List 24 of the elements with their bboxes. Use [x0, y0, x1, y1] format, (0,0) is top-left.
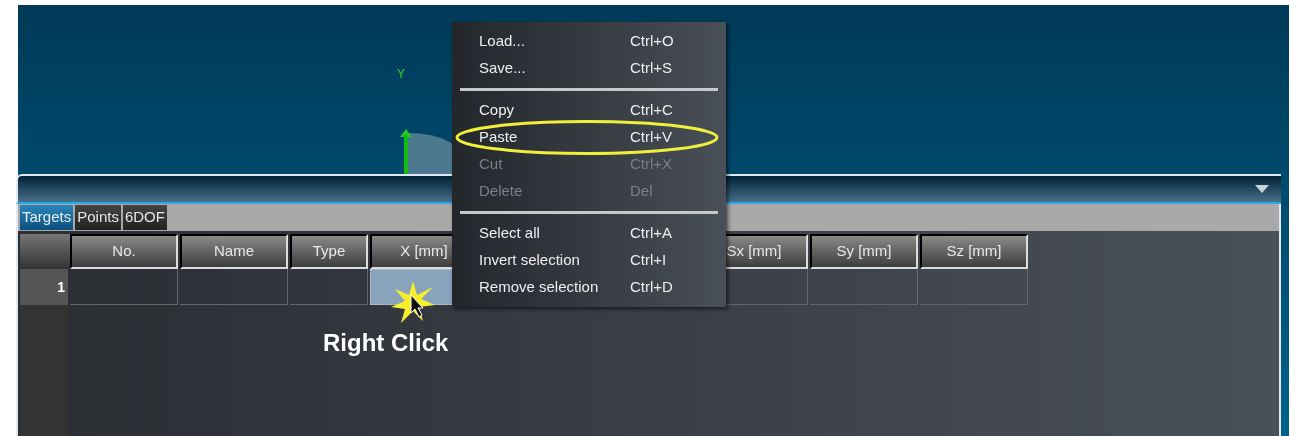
menu-item[interactable]: Save... Ctrl+S: [452, 55, 726, 82]
column-header[interactable]: Type: [290, 234, 368, 269]
column-header[interactable]: No.: [70, 234, 178, 269]
axis-label: Y: [397, 66, 405, 83]
tab[interactable]: 6DOF: [122, 205, 167, 230]
menu-item[interactable]: Load... Ctrl+O: [452, 28, 726, 55]
annotation-text: Right Click: [323, 328, 449, 358]
table-cell[interactable]: [290, 269, 368, 305]
caret-icon[interactable]: [1255, 185, 1269, 193]
tab[interactable]: Targets: [20, 205, 74, 230]
click-burst-drawing: [391, 281, 435, 323]
table-cell[interactable]: [70, 269, 178, 305]
table-cell[interactable]: [920, 269, 1028, 305]
column-header[interactable]: Sz [mm]: [920, 234, 1028, 269]
tab[interactable]: Points: [75, 205, 121, 230]
table-cell[interactable]: [810, 269, 918, 305]
table-corner: [20, 234, 70, 269]
column-header[interactable]: Sy [mm]: [810, 234, 918, 269]
menu-item[interactable]: Remove selection Ctrl+D: [452, 274, 726, 301]
table-cell[interactable]: [180, 269, 288, 305]
column-header[interactable]: Name: [180, 234, 288, 269]
row-header[interactable]: 1: [20, 269, 68, 305]
menu-item[interactable]: Paste Ctrl+V: [452, 124, 726, 151]
menu-item[interactable]: Copy Ctrl+C: [452, 97, 726, 124]
